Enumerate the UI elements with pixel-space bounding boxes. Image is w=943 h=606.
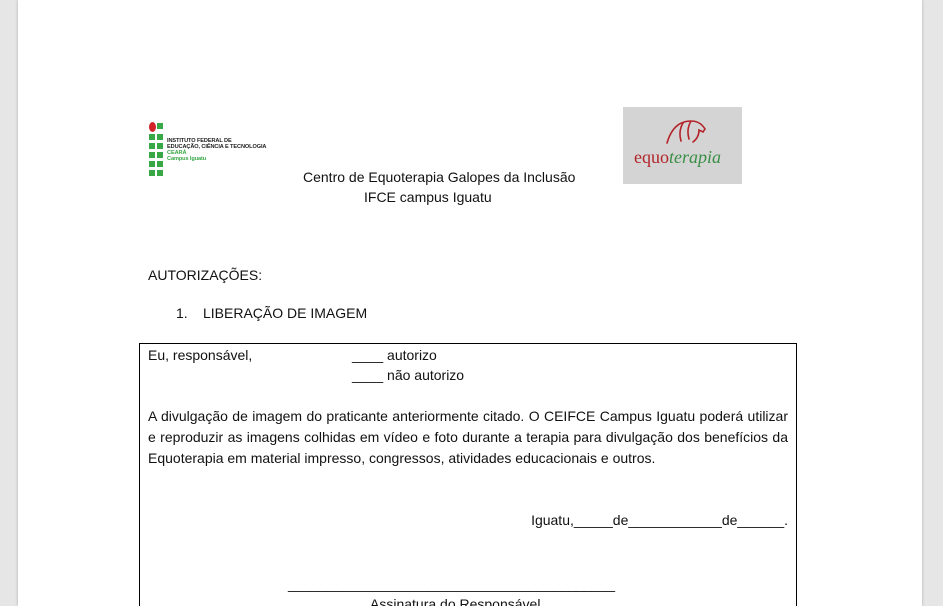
signature-label: Assinatura do Responsável	[370, 596, 541, 606]
section-title: AUTORIZAÇÕES:	[148, 267, 263, 283]
horse-icon	[666, 120, 706, 144]
not-authorize-option: ____ não autorizo	[352, 367, 465, 383]
authorization-box: Eu, responsável, ____ autorizo ____ não …	[139, 343, 797, 606]
header-title: Centro de Equoterapia Galopes da Inclusã…	[303, 169, 576, 185]
list-number: 1.	[176, 305, 188, 321]
document-page: INSTITUTO FEDERAL DE EDUCAÇÃO, CIÊNCIA E…	[18, 0, 922, 606]
signature-line: ________________________________________…	[288, 576, 616, 592]
equoterapia-logo: equoterapia	[623, 107, 742, 184]
responsavel-label: Eu, responsável,	[148, 347, 253, 363]
ifce-logo-mark	[149, 121, 165, 183]
consent-paragraph: A divulgação de imagem do praticante ant…	[148, 408, 788, 466]
list-label: LIBERAÇÃO DE IMAGEM	[203, 305, 368, 321]
authorize-option: ____ autorizo	[352, 347, 437, 363]
list-item: 1. LIBERAÇÃO DE IMAGEM	[176, 305, 367, 321]
ifce-logo: INSTITUTO FEDERAL DE EDUCAÇÃO, CIÊNCIA E…	[149, 121, 289, 185]
equoterapia-wordmark: equoterapia	[634, 147, 721, 167]
date-line: Iguatu,_____de____________de______.	[531, 512, 788, 528]
ifce-logo-text: INSTITUTO FEDERAL DE EDUCAÇÃO, CIÊNCIA E…	[167, 138, 267, 162]
header-subtitle: IFCE campus Iguatu	[364, 189, 492, 205]
